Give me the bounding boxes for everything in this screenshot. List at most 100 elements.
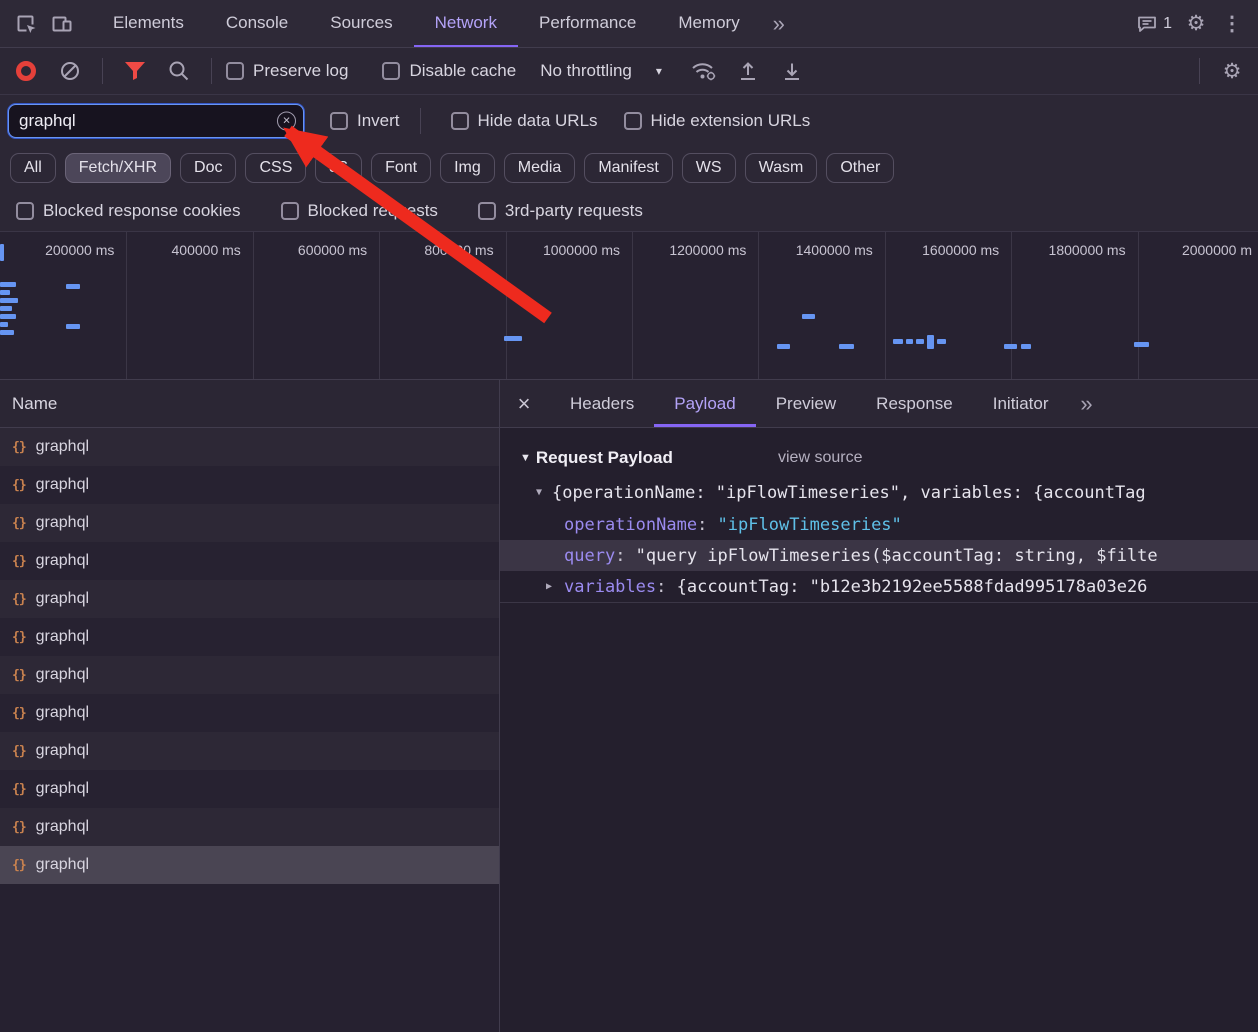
tab-network[interactable]: Network xyxy=(414,0,518,47)
network-conditions-button[interactable] xyxy=(686,53,722,89)
main-tabs: ElementsConsoleSourcesNetworkPerformance… xyxy=(92,0,761,47)
waterfall-bar xyxy=(1134,342,1149,347)
waterfall-bar xyxy=(1004,344,1017,349)
console-messages-button[interactable]: 1 xyxy=(1130,6,1178,42)
waterfall-bar xyxy=(777,344,790,349)
collapse-object-icon[interactable]: ▼ xyxy=(536,487,542,498)
request-row[interactable]: {}graphql xyxy=(0,618,499,656)
request-row[interactable]: {}graphql xyxy=(0,542,499,580)
detail-tab-preview[interactable]: Preview xyxy=(756,380,856,427)
request-row[interactable]: {}graphql xyxy=(0,428,499,466)
json-braces-icon: {} xyxy=(12,478,26,493)
tab-console[interactable]: Console xyxy=(205,0,309,47)
menu-button[interactable]: ⋮ xyxy=(1214,6,1250,42)
timeline-label: 600000 ms xyxy=(298,242,367,258)
network-filter-input[interactable] xyxy=(8,104,304,138)
export-har-button[interactable] xyxy=(774,53,810,89)
settings-button[interactable]: ⚙ xyxy=(1178,6,1214,42)
filter-pill-ws[interactable]: WS xyxy=(682,153,736,183)
invert-checkbox[interactable]: Invert xyxy=(330,111,400,131)
record-button[interactable] xyxy=(8,53,44,89)
checkbox-3rd-party-requests[interactable]: 3rd-party requests xyxy=(478,201,643,221)
filter-pill-css[interactable]: CSS xyxy=(245,153,306,183)
checkbox-box[interactable] xyxy=(451,112,469,130)
detail-tab-response[interactable]: Response xyxy=(856,380,973,427)
timeline-label: 200000 ms xyxy=(45,242,114,258)
request-row[interactable]: {}graphql xyxy=(0,504,499,542)
view-source-link[interactable]: view source xyxy=(778,449,862,467)
json-braces-icon: {} xyxy=(12,668,26,683)
checkbox-blocked-requests[interactable]: Blocked requests xyxy=(281,201,438,221)
checkbox-box[interactable] xyxy=(382,62,400,80)
network-settings-button[interactable]: ⚙ xyxy=(1214,53,1250,89)
payload-entry[interactable]: query: "query ipFlowTimeseries($accountT… xyxy=(500,540,1258,571)
payload-entry[interactable]: operationName: "ipFlowTimeseries" xyxy=(500,509,1258,540)
request-row[interactable]: {}graphql xyxy=(0,808,499,846)
collapse-section-icon[interactable]: ▼ xyxy=(520,452,531,464)
filter-pill-manifest[interactable]: Manifest xyxy=(584,153,672,183)
filter-pill-js[interactable]: JS xyxy=(315,153,362,183)
more-tabs-button[interactable]: » xyxy=(761,6,797,42)
search-button[interactable] xyxy=(161,53,197,89)
payload-colon: : xyxy=(656,577,676,597)
checkbox-box[interactable] xyxy=(226,62,244,80)
disable-cache-checkbox[interactable]: Disable cache xyxy=(382,61,516,81)
preserve-log-checkbox[interactable]: Preserve log xyxy=(226,61,348,81)
json-braces-icon: {} xyxy=(12,744,26,759)
detail-tab-headers[interactable]: Headers xyxy=(550,380,654,427)
checkbox-box[interactable] xyxy=(16,202,34,220)
request-row[interactable]: {}graphql xyxy=(0,732,499,770)
tab-memory[interactable]: Memory xyxy=(657,0,760,47)
inspect-element-button[interactable] xyxy=(8,6,44,42)
payload-summary-row[interactable]: ▼ {operationName: "ipFlowTimeseries", va… xyxy=(500,476,1258,509)
request-row[interactable]: {}graphql xyxy=(0,770,499,808)
waterfall-bar xyxy=(802,314,815,319)
tab-performance[interactable]: Performance xyxy=(518,0,657,47)
payload-entry[interactable]: ▶variables: {accountTag: "b12e3b2192ee55… xyxy=(500,571,1258,602)
toolbar-divider xyxy=(1199,58,1200,84)
checkbox-blocked-response-cookies[interactable]: Blocked response cookies xyxy=(16,201,241,221)
filter-toggle-button[interactable] xyxy=(117,53,153,89)
request-row[interactable]: {}graphql xyxy=(0,656,499,694)
more-detail-tabs-button[interactable]: » xyxy=(1068,386,1104,422)
name-column-header[interactable]: Name xyxy=(0,380,499,428)
timeline-gridline xyxy=(632,232,633,379)
request-name: graphql xyxy=(36,476,89,494)
checkbox-box[interactable] xyxy=(478,202,496,220)
request-row[interactable]: {} graphql xyxy=(0,466,499,504)
checkbox-box[interactable] xyxy=(330,112,348,130)
tab-sources[interactable]: Sources xyxy=(309,0,413,47)
tab-elements[interactable]: Elements xyxy=(92,0,205,47)
close-details-button[interactable]: × xyxy=(506,386,542,422)
timeline-label: 800000 ms xyxy=(424,242,493,258)
timeline-label: 1600000 ms xyxy=(922,242,999,258)
filter-pill-wasm[interactable]: Wasm xyxy=(745,153,818,183)
filter-pill-other[interactable]: Other xyxy=(826,153,894,183)
filter-pill-all[interactable]: All xyxy=(10,153,56,183)
filter-pill-media[interactable]: Media xyxy=(504,153,576,183)
checkbox-box[interactable] xyxy=(624,112,642,130)
device-toolbar-button[interactable] xyxy=(44,6,80,42)
timeline-overview[interactable]: 200000 ms400000 ms600000 ms800000 ms1000… xyxy=(0,232,1258,380)
filter-pill-fetch-xhr[interactable]: Fetch/XHR xyxy=(65,153,171,183)
import-har-button[interactable] xyxy=(730,53,766,89)
clear-button[interactable] xyxy=(52,53,88,89)
request-row[interactable]: {}graphql xyxy=(0,846,499,884)
detail-tab-payload[interactable]: Payload xyxy=(654,380,755,427)
detail-tab-initiator[interactable]: Initiator xyxy=(973,380,1069,427)
filter-pill-doc[interactable]: Doc xyxy=(180,153,236,183)
clear-filter-icon[interactable]: × xyxy=(277,111,296,130)
hide-extension-urls-checkbox[interactable]: Hide extension URLs xyxy=(624,111,811,131)
hide-data-urls-checkbox[interactable]: Hide data URLs xyxy=(451,111,598,131)
checkbox-box[interactable] xyxy=(281,202,299,220)
request-row[interactable]: {}graphql xyxy=(0,694,499,732)
payload-key: variables xyxy=(564,577,656,597)
throttling-select[interactable]: No throttling ▾ xyxy=(540,61,662,81)
filter-pill-font[interactable]: Font xyxy=(371,153,431,183)
request-row[interactable]: {}graphql xyxy=(0,580,499,618)
filter-pill-img[interactable]: Img xyxy=(440,153,495,183)
name-column-label: Name xyxy=(12,394,57,414)
expand-icon[interactable]: ▶ xyxy=(546,581,552,592)
request-name: graphql xyxy=(36,514,89,532)
devtools-tabbar: ElementsConsoleSourcesNetworkPerformance… xyxy=(0,0,1258,48)
